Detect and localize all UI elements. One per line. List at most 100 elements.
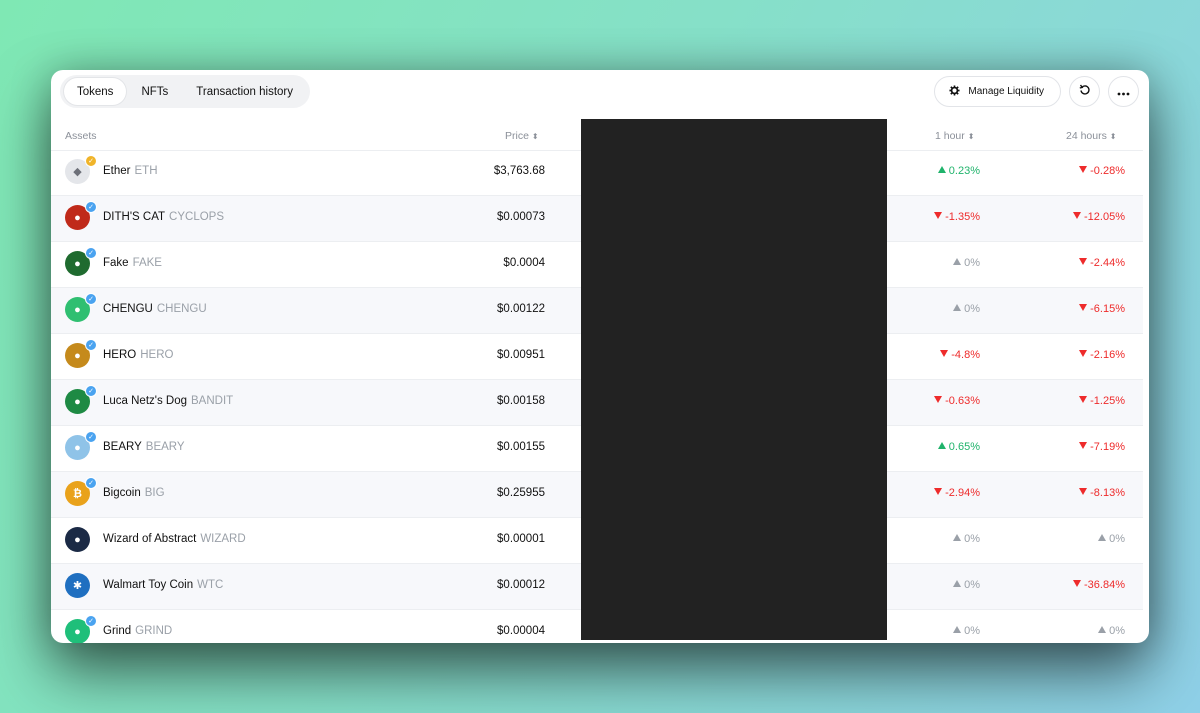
change-1-hour-value: 0% (964, 257, 980, 269)
change-1-hour-value: -1.35% (945, 211, 980, 223)
change-24-hours: -1.25% (1079, 395, 1125, 407)
change-1-hour: 0% (953, 625, 980, 637)
token-symbol: ETH (134, 165, 158, 177)
change-1-hour-value: -0.63% (945, 395, 980, 407)
token-name: HERO HERO (103, 349, 173, 361)
verified-badge-icon: ✓ (85, 615, 97, 627)
change-1-hour: -0.63% (934, 395, 980, 407)
change-1-hour-arrow-icon (934, 488, 943, 495)
verified-badge-icon: ✓ (85, 293, 97, 305)
header-1-hour[interactable]: 1 hour ⬍ (935, 130, 974, 142)
token-name-text: BEARY (103, 441, 142, 453)
change-1-hour: 0% (953, 533, 980, 545)
change-1-hour: 0% (953, 303, 980, 315)
manage-liquidity-button[interactable]: Manage Liquidity (934, 76, 1061, 107)
change-1-hour-arrow-icon (934, 212, 943, 219)
change-1-hour: -4.8% (940, 349, 980, 361)
wallet-window: Tokens NFTs Transaction history Manage L… (51, 70, 1149, 643)
change-24-hours-arrow-icon (1079, 442, 1088, 449)
change-24-hours-arrow-icon (1079, 488, 1088, 495)
change-1-hour: 0% (953, 579, 980, 591)
verified-badge-icon: ✓ (85, 339, 97, 351)
token-logo-icon: ● (65, 527, 90, 552)
token-price: $0.00158 (497, 395, 545, 407)
change-24-hours-arrow-icon (1079, 258, 1088, 265)
verified-badge-icon: ✓ (85, 247, 97, 259)
token-name: Grind GRIND (103, 625, 172, 637)
token-name-text: Grind (103, 625, 132, 637)
token-name-text: Luca Netz's Dog (103, 395, 188, 407)
change-24-hours: -0.28% (1079, 165, 1125, 177)
change-1-hour-arrow-icon (940, 350, 949, 357)
change-24-hours-arrow-icon (1098, 534, 1107, 541)
token-price: $0.00012 (497, 579, 545, 591)
change-1-hour-arrow-icon (953, 534, 962, 541)
change-24-hours: -8.13% (1079, 487, 1125, 499)
change-24-hours-arrow-icon (1073, 580, 1082, 587)
change-1-hour: -1.35% (934, 211, 980, 223)
token-symbol: WTC (197, 579, 224, 591)
change-24-hours: -36.84% (1073, 579, 1125, 591)
change-24-hours-value: -36.84% (1084, 579, 1125, 591)
change-24-hours-value: -6.15% (1090, 303, 1125, 315)
manage-liquidity-label: Manage Liquidity (968, 86, 1044, 97)
change-24-hours-arrow-icon (1098, 626, 1107, 633)
token-symbol: GRIND (135, 625, 173, 637)
tab-tokens[interactable]: Tokens (64, 78, 127, 105)
gear-icon (949, 84, 960, 99)
change-24-hours-arrow-icon (1079, 304, 1088, 311)
change-1-hour-value: 0.23% (948, 165, 980, 177)
tab-transaction-history[interactable]: Transaction history (183, 78, 306, 105)
change-24-hours-arrow-icon (1079, 350, 1088, 357)
verified-badge-icon: ✓ (85, 431, 97, 443)
token-symbol: CHENGU (156, 303, 207, 315)
token-symbol: CYCLOPS (169, 211, 225, 223)
header-24-hours-label: 24 hours (1066, 130, 1107, 142)
change-1-hour-arrow-icon (937, 166, 946, 173)
token-name-text: Ether (103, 165, 131, 177)
change-1-hour-arrow-icon (953, 304, 962, 311)
header-price[interactable]: Price ⬍ (505, 130, 539, 142)
token-symbol: BIG (144, 487, 165, 499)
change-24-hours-arrow-icon (1079, 396, 1088, 403)
token-symbol: BANDIT (191, 395, 234, 407)
more-options-button[interactable] (1108, 76, 1139, 107)
header-1-hour-label: 1 hour (935, 130, 965, 142)
token-price: $0.00004 (497, 625, 545, 637)
token-symbol: BEARY (145, 441, 185, 453)
token-name: Luca Netz's Dog BANDIT (103, 395, 233, 407)
token-name: Walmart Toy Coin WTC (103, 579, 223, 591)
redacted-region (581, 119, 887, 640)
token-price: $0.00155 (497, 441, 545, 453)
change-24-hours-arrow-icon (1073, 212, 1082, 219)
change-1-hour-value: 0% (964, 303, 980, 315)
change-1-hour-value: 0.65% (948, 441, 980, 453)
change-24-hours: -6.15% (1079, 303, 1125, 315)
sort-icon: ⬍ (531, 132, 539, 141)
token-logo-icon: ✱ (65, 573, 90, 598)
sort-icon: ⬍ (967, 132, 975, 141)
change-1-hour-arrow-icon (953, 626, 962, 633)
change-24-hours-value: 0% (1109, 625, 1125, 637)
tab-nfts[interactable]: NFTs (128, 78, 181, 105)
token-price: $0.00073 (497, 211, 545, 223)
token-price: $0.00951 (497, 349, 545, 361)
verified-badge-icon: ✓ (85, 385, 97, 397)
change-1-hour: 0% (953, 257, 980, 269)
token-name-text: CHENGU (103, 303, 153, 315)
change-24-hours-value: -7.19% (1090, 441, 1125, 453)
token-symbol: HERO (140, 349, 174, 361)
change-1-hour-arrow-icon (937, 442, 946, 449)
verified-badge-icon: ✓ (85, 155, 97, 167)
change-24-hours: -2.16% (1079, 349, 1125, 361)
token-name: Fake FAKE (103, 257, 162, 269)
token-name-text: Wizard of Abstract (103, 533, 197, 545)
token-name-text: Bigcoin (103, 487, 141, 499)
change-24-hours: -7.19% (1079, 441, 1125, 453)
token-name: Ether ETH (103, 165, 158, 177)
refresh-button[interactable] (1069, 76, 1100, 107)
header-24-hours[interactable]: 24 hours ⬍ (1066, 130, 1117, 142)
change-24-hours-value: -0.28% (1090, 165, 1125, 177)
token-symbol: FAKE (132, 257, 162, 269)
token-name-text: DITH'S CAT (103, 211, 166, 223)
